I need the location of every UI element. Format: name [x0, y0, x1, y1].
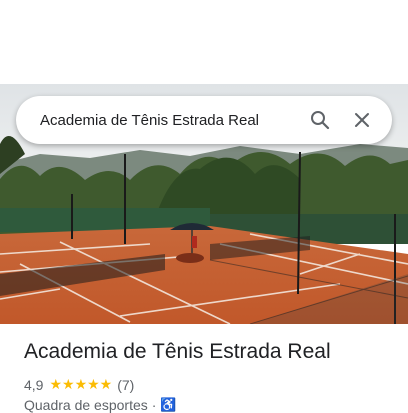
category-row: Quadra de esportes · ♿: [24, 397, 177, 413]
place-category: Quadra de esportes: [24, 397, 148, 413]
search-input[interactable]: Academia de Tênis Estrada Real: [40, 112, 302, 129]
search-icon[interactable]: [302, 102, 338, 138]
wheelchair-icon: ♿: [160, 397, 177, 412]
rating-value: 4,9: [24, 376, 44, 393]
close-icon[interactable]: [344, 102, 380, 138]
rating-row[interactable]: 4,9 ★★★★★ (7): [24, 376, 134, 393]
review-count[interactable]: (7): [117, 377, 134, 393]
star-rating-icon: ★★★★★: [49, 376, 113, 392]
separator: ·: [151, 397, 157, 413]
search-bar[interactable]: Academia de Tênis Estrada Real: [16, 96, 392, 144]
place-title: Academia de Tênis Estrada Real: [24, 340, 331, 363]
